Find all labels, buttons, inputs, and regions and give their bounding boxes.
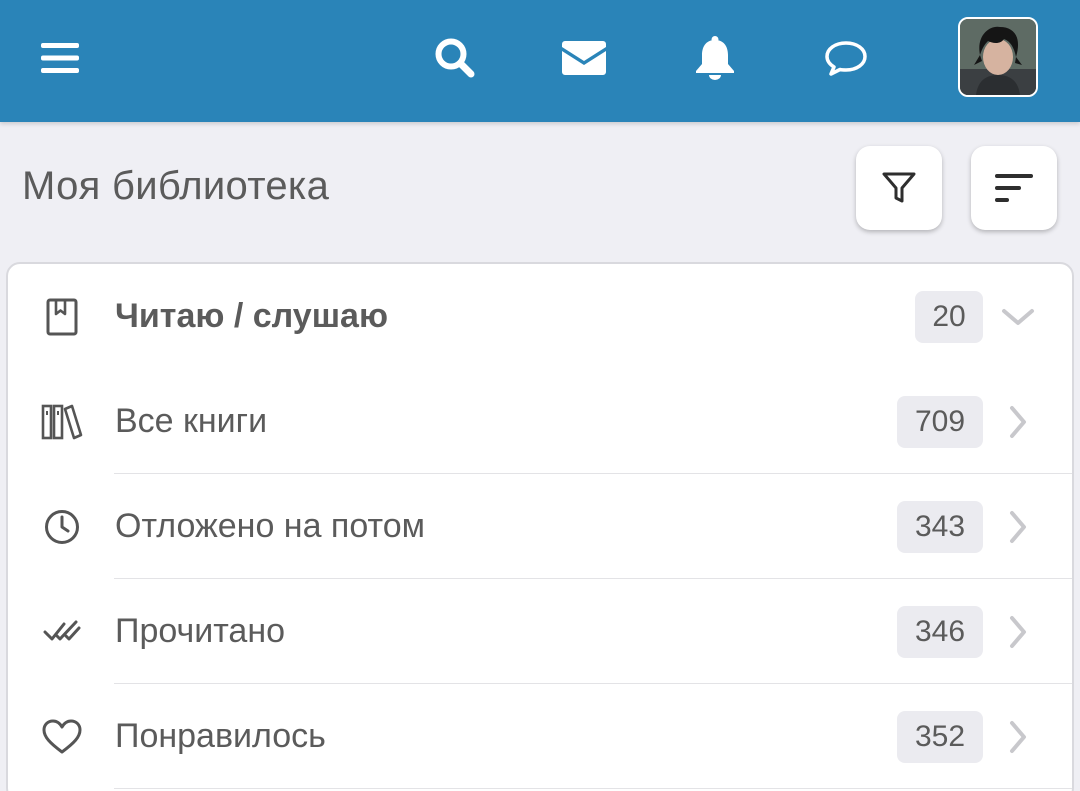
library-item-read[interactable]: Прочитано 346 [8, 579, 1072, 684]
messages-button[interactable] [549, 0, 619, 116]
menu-button[interactable] [28, 0, 92, 116]
library-item-label: Понравилось [115, 717, 326, 755]
double-check-icon [38, 579, 86, 684]
library-item-label: Прочитано [115, 612, 285, 650]
chevron-right-icon[interactable] [996, 474, 1040, 579]
library-item-label: Все книги [115, 402, 268, 440]
user-avatar-image [960, 19, 1036, 95]
library-item-count: 343 [897, 501, 983, 553]
page-title: Моя библиотека [22, 164, 330, 208]
filter-icon [882, 172, 916, 203]
chevron-right-icon[interactable] [996, 684, 1040, 789]
chevron-down-icon[interactable] [996, 264, 1040, 369]
list-divider [114, 788, 1072, 789]
search-icon [435, 38, 475, 78]
library-item-count: 20 [915, 291, 983, 343]
mail-icon [562, 41, 606, 75]
menu-icon [41, 43, 79, 73]
chevron-right-icon[interactable] [996, 579, 1040, 684]
library-item-all-books[interactable]: Все книги 709 [8, 369, 1072, 474]
library-item-count: 352 [897, 711, 983, 763]
library-item-count: 709 [897, 396, 983, 448]
filter-button[interactable] [856, 146, 942, 230]
chat-button[interactable] [811, 0, 881, 116]
chevron-right-icon[interactable] [996, 369, 1040, 474]
book-bookmark-icon [38, 264, 86, 369]
clock-icon [38, 474, 86, 579]
library-item-liked[interactable]: Понравилось 352 [8, 684, 1072, 789]
library-list: Читаю / слушаю 20 Все книги 709 Отложено… [6, 262, 1074, 791]
library-item-count: 346 [897, 606, 983, 658]
library-item-reading[interactable]: Читаю / слушаю 20 [8, 264, 1072, 369]
chat-icon [825, 41, 867, 76]
bell-icon [696, 36, 734, 80]
notifications-button[interactable] [680, 0, 750, 116]
bookshelf-icon [38, 369, 86, 474]
search-button[interactable] [420, 0, 490, 116]
sort-icon [995, 174, 1033, 202]
avatar[interactable] [958, 17, 1038, 97]
library-item-later[interactable]: Отложено на потом 343 [8, 474, 1072, 579]
library-item-label: Отложено на потом [115, 507, 425, 545]
library-item-label: Читаю / слушаю [115, 297, 388, 335]
heart-icon [38, 684, 86, 789]
sort-button[interactable] [971, 146, 1057, 230]
top-app-bar [0, 0, 1080, 122]
